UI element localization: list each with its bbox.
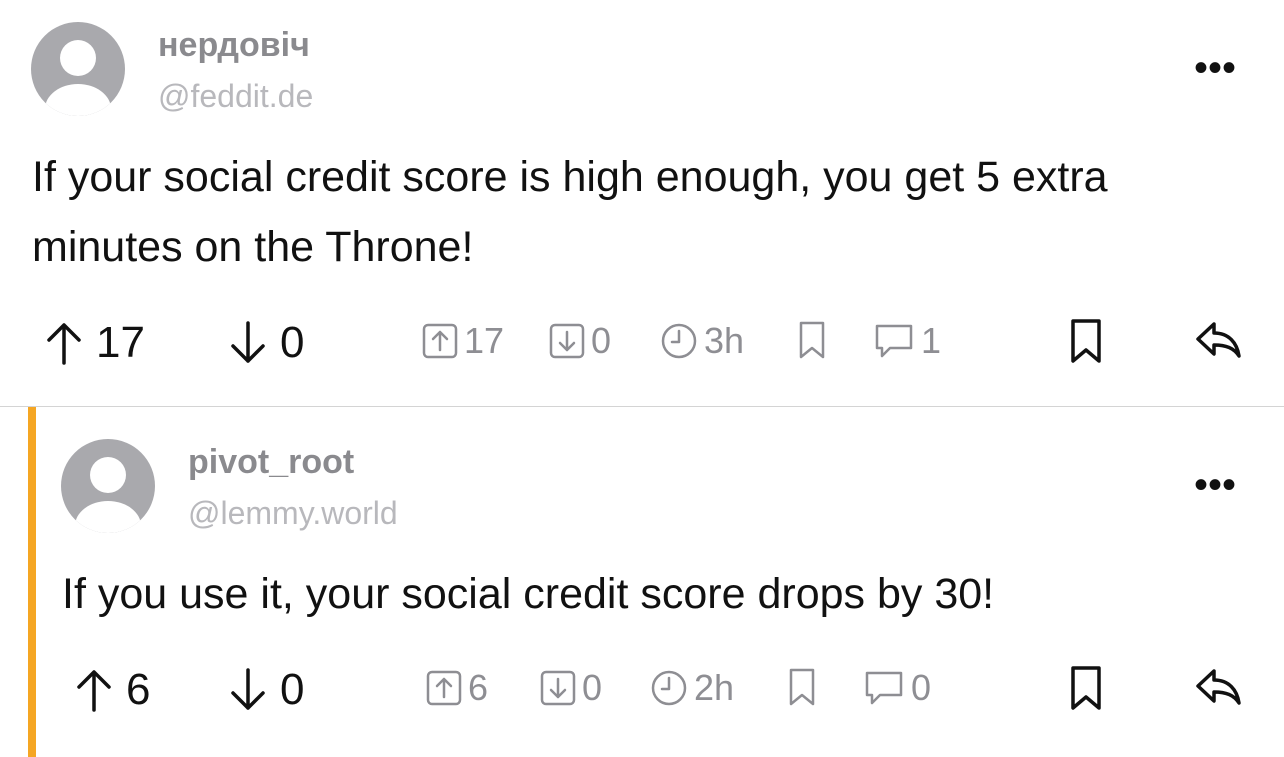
clock-icon [661, 323, 697, 359]
clock-icon [651, 670, 687, 706]
bookmark-indicator [798, 320, 832, 360]
comment-2: pivot_root @lemmy.world ••• If you use i… [0, 406, 1284, 757]
upvote-count: 6 [126, 665, 151, 714]
save-button[interactable] [1070, 318, 1102, 369]
save-button[interactable] [1070, 665, 1102, 716]
more-icon[interactable]: ••• [1194, 465, 1236, 505]
comment-icon [875, 324, 913, 358]
save-icon [1071, 666, 1101, 710]
meta-upvotes: 6 [426, 667, 488, 709]
arrow-down-icon [231, 321, 265, 363]
downvote-count: 0 [280, 665, 305, 714]
username[interactable]: нердовіч [158, 26, 310, 65]
comment-body: If you use it, your social credit score … [62, 570, 995, 618]
comment-1: нердовіч @feddit.de ••• If your social c… [0, 0, 1284, 406]
bookmark-indicator [788, 667, 822, 707]
comment-age: 3h [660, 320, 744, 362]
comment-icon [865, 671, 903, 705]
downvote-button[interactable]: 0 [230, 318, 304, 368]
reply-icon [1196, 669, 1241, 705]
reply-icon [1196, 322, 1241, 358]
comment-age: 2h [650, 667, 734, 709]
avatar-icon[interactable] [31, 22, 125, 116]
downvote-count: 0 [280, 318, 305, 367]
instance[interactable]: @feddit.de [158, 78, 313, 115]
bookmark-icon [799, 321, 825, 359]
reply-button[interactable] [1194, 667, 1242, 712]
meta-upvotes: 17 [422, 320, 504, 362]
arrow-down-icon [231, 668, 265, 710]
bookmark-icon [789, 668, 815, 706]
meta-downvotes: 0 [549, 320, 611, 362]
meta-downvotes: 0 [540, 667, 602, 709]
reply-button[interactable] [1194, 320, 1242, 365]
upvote-button[interactable]: 6 [76, 665, 150, 715]
thread-accent-bar [28, 407, 36, 757]
arrow-up-icon [77, 670, 111, 712]
comment-body: If your social credit score is high enou… [32, 153, 1108, 271]
username[interactable]: pivot_root [188, 443, 354, 482]
upvote-box-icon [422, 323, 458, 359]
instance[interactable]: @lemmy.world [188, 495, 398, 532]
upvote-button[interactable]: 17 [46, 318, 145, 368]
reply-count: 0 [863, 667, 931, 709]
downvote-button[interactable]: 0 [230, 665, 304, 715]
upvote-box-icon [426, 670, 462, 706]
downvote-box-icon [540, 670, 576, 706]
avatar-icon[interactable] [61, 439, 155, 533]
arrow-up-icon [47, 323, 81, 365]
save-icon [1071, 319, 1101, 363]
upvote-count: 17 [96, 318, 145, 367]
downvote-box-icon [549, 323, 585, 359]
more-icon[interactable]: ••• [1194, 48, 1236, 88]
reply-count: 1 [873, 320, 941, 362]
